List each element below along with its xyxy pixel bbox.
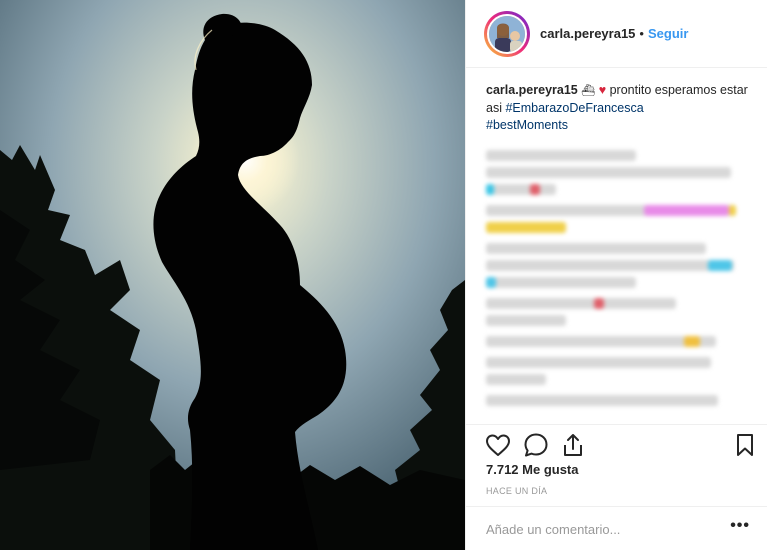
comment-icon[interactable] bbox=[522, 431, 550, 459]
blurred-comment-line bbox=[486, 167, 731, 178]
blurred-comment-line bbox=[486, 150, 636, 161]
ship-emoji-icon: ⛴ bbox=[581, 85, 596, 97]
silhouette-photo bbox=[0, 0, 465, 550]
blurred-comments bbox=[486, 150, 748, 406]
post-photo[interactable] bbox=[0, 0, 465, 550]
bookmark-icon[interactable] bbox=[731, 431, 759, 459]
blurred-comment-line bbox=[486, 184, 556, 195]
blurred-comment-line bbox=[486, 315, 566, 326]
avatar-image bbox=[489, 15, 525, 52]
blurred-comment-line bbox=[486, 243, 706, 254]
follow-button[interactable]: Seguir bbox=[648, 26, 688, 41]
more-options-icon[interactable]: ••• bbox=[730, 517, 750, 535]
action-bar bbox=[466, 424, 767, 464]
comment-box: ••• bbox=[466, 506, 767, 550]
blurred-comment-line bbox=[486, 374, 546, 385]
caption: carla.pereyra15 ⛴ ♥ prontito esperamos e… bbox=[486, 82, 748, 134]
red-heart-emoji-icon: ♥ bbox=[598, 83, 607, 97]
story-ring[interactable] bbox=[484, 10, 530, 57]
blurred-comment-line bbox=[486, 260, 734, 271]
likes-count[interactable]: 7.712 Me gusta bbox=[486, 462, 579, 477]
hashtag-link[interactable]: #bestMoments bbox=[486, 118, 568, 132]
post-timestamp: HACE UN DÍA bbox=[486, 486, 548, 496]
comments-section[interactable]: carla.pereyra15 ⛴ ♥ prontito esperamos e… bbox=[466, 70, 767, 422]
hashtag-link[interactable]: #EmbarazoDeFrancesca bbox=[505, 101, 643, 115]
blurred-comment-line bbox=[486, 205, 736, 216]
post-panel: carla.pereyra15 • Seguir carla.pereyra15… bbox=[465, 0, 767, 550]
blurred-comment-line bbox=[486, 277, 636, 288]
avatar[interactable] bbox=[487, 13, 527, 54]
post-header: carla.pereyra15 • Seguir bbox=[466, 0, 767, 68]
blurred-comment-line bbox=[486, 222, 566, 233]
header-username[interactable]: carla.pereyra15 bbox=[540, 26, 635, 41]
header-separator: • bbox=[639, 26, 644, 41]
blurred-comment-line bbox=[486, 298, 676, 309]
share-icon[interactable] bbox=[559, 431, 587, 459]
blurred-comment-line bbox=[486, 357, 711, 368]
heart-icon[interactable] bbox=[484, 431, 512, 459]
comment-input[interactable] bbox=[486, 519, 716, 539]
blurred-comment-line bbox=[486, 336, 716, 347]
blurred-comment-line bbox=[486, 395, 718, 406]
caption-username[interactable]: carla.pereyra15 bbox=[486, 83, 578, 97]
